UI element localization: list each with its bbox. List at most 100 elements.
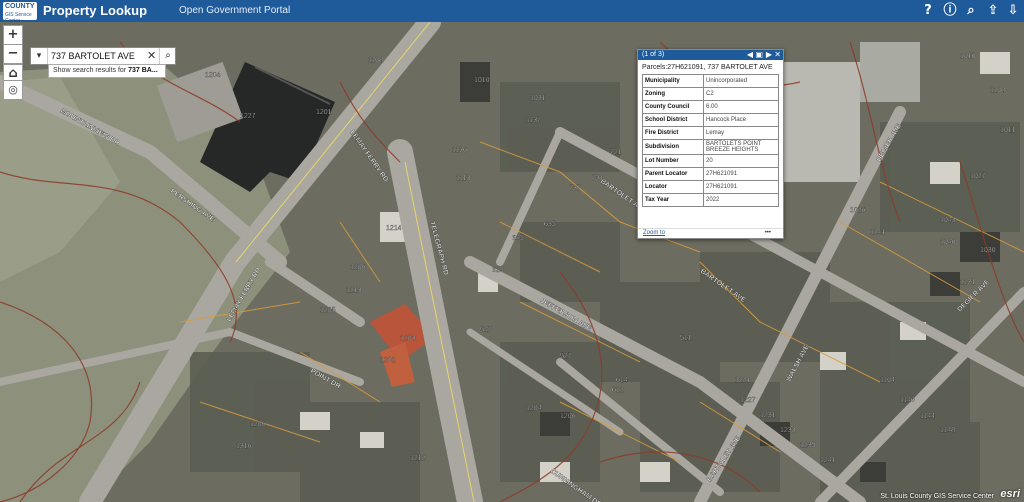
attribute-row: Zoning C2 (642, 87, 779, 101)
parcel-number: 1010 (960, 53, 976, 60)
parcel-number: 635 (544, 221, 556, 228)
parcel-number: 1108 (990, 87, 1005, 94)
parcel-number: 1206 (350, 264, 366, 271)
info-icon[interactable]: ⓘ (942, 2, 958, 20)
parcel-number: 1030 (980, 247, 996, 254)
parcel-number: 1204 (526, 405, 542, 412)
parcel-number: 1104 (880, 377, 895, 384)
parcel-number: 1316 (236, 443, 252, 450)
locate-icon[interactable]: ◎ (3, 80, 23, 100)
download-icon[interactable]: ⇩ (1005, 2, 1021, 20)
parcel-number: 1227 (740, 397, 756, 404)
open-government-portal-link[interactable]: Open Government Portal (179, 5, 290, 16)
popup-footer: Zoom to ••• (638, 228, 783, 238)
search-button-icon[interactable]: ⌕ (159, 48, 176, 64)
parcel-number: 1213 (346, 287, 362, 294)
attribute-row: Fire District Lemay (642, 126, 779, 140)
parcel-number: 1108 (368, 57, 383, 64)
attribute-row: Parent Locator 27H621091 (642, 167, 779, 181)
next-feature-icon[interactable]: ▶ (766, 50, 772, 60)
attribute-key: Municipality (642, 74, 704, 88)
attribute-value: 6.00 (703, 100, 779, 114)
parcel-number: 1233 (780, 427, 796, 434)
parcel-number: 1214 (386, 225, 402, 232)
county-logo: COUNTY GIS Service Center (3, 2, 37, 24)
parcel-number: 1027 (970, 173, 986, 180)
attribute-key: Parent Locator (642, 167, 704, 181)
close-icon[interactable]: ✕ (774, 50, 781, 60)
parcel-number: 1205 (320, 307, 336, 314)
parcel-number: 721 (610, 149, 622, 156)
parcel-number: 614 (616, 377, 628, 384)
popup-counter: (1 of 3) (642, 51, 665, 58)
attribute-row: Municipality Unincorporated (642, 74, 779, 88)
esri-logo: esri (1000, 488, 1020, 500)
parcel-number: 1231 (760, 412, 776, 419)
popup-header: (1 of 3) ◀ ▣ ▶ ✕ (638, 50, 783, 60)
parcel-number: 1137 (526, 117, 541, 124)
attribute-row: Lot Number 20 (642, 154, 779, 168)
parcel-number: 527 (560, 353, 572, 360)
app-header: COUNTY GIS Service Center Property Looku… (0, 0, 1024, 24)
suggestion-term: 737 BA... (128, 67, 158, 74)
search-widget: ▾ ✕ ⌕ (30, 47, 176, 65)
parcel-number: 1031 (530, 95, 546, 102)
parcel-number: 1136 (452, 147, 467, 154)
logo-line1: COUNTY (5, 3, 35, 10)
parcel-popup: (1 of 3) ◀ ▣ ▶ ✕ Parcels:27H621091, 737 … (637, 49, 784, 239)
aerial-imagery[interactable]: MOUNTAINVIEW DR LEMAY FERRY RD LEMAY FER… (0, 22, 1024, 502)
prev-feature-icon[interactable]: ◀ (747, 50, 753, 60)
attribute-key: Locator (642, 180, 704, 194)
dock-icon[interactable]: ▣ (755, 50, 763, 60)
search-input[interactable] (51, 49, 149, 62)
attribute-key: Zoning (642, 87, 704, 101)
parcel-number: 1040 (940, 239, 956, 246)
parcel-number: 1026 (850, 207, 866, 214)
attribute-value: Unincorporated (703, 74, 779, 88)
search-source-dropdown[interactable]: ▾ (31, 48, 48, 64)
parcel-number: 612 (612, 387, 624, 394)
parcel-number: 629 (492, 267, 504, 274)
parcel-number: 1202 (380, 357, 396, 364)
attribution: St. Louis County GIS Service Center (880, 493, 994, 500)
attribute-value: Lemay (703, 126, 779, 140)
attribute-key: School District (642, 113, 704, 127)
parcel-number: 1204 (205, 72, 221, 79)
parcel-number: 1148 (940, 427, 955, 434)
parcel-number: 1221 (735, 377, 751, 384)
map-view[interactable]: MOUNTAINVIEW DR LEMAY FERRY RD LEMAY FER… (0, 22, 1024, 502)
attribute-row: School District Hancock Place (642, 113, 779, 127)
clear-search-icon[interactable]: ✕ (147, 48, 157, 64)
parcel-number: 1113 (456, 175, 471, 182)
attribute-key: Lot Number (642, 154, 704, 168)
more-actions-icon[interactable]: ••• (765, 229, 771, 238)
attribute-row: County Council 6.00 (642, 100, 779, 114)
help-icon[interactable]: ? (920, 2, 936, 20)
attribute-row: Tax Year 2022 (642, 193, 779, 207)
parcel-number: 1227 (240, 113, 256, 120)
parcel-number: 1140 (900, 397, 915, 404)
parcel-number: 1201 (316, 109, 332, 116)
attribute-key: Subdivision (642, 139, 704, 155)
attribute-key: County Council (642, 100, 704, 114)
parcel-number: 645 (512, 235, 524, 242)
zoom-to-link[interactable]: Zoom to (643, 229, 665, 238)
parcel-number: 1011 (1000, 127, 1015, 134)
search-suggestion[interactable]: Show search results for 737 BA... (48, 64, 166, 78)
parcel-number: 1144 (920, 413, 935, 420)
search-icon[interactable]: ⌕ (963, 2, 979, 20)
suggestion-prefix: Show search results for (53, 67, 129, 74)
share-icon[interactable]: ⇪ (985, 2, 1001, 20)
zoom-out-button[interactable]: − (3, 44, 23, 64)
parcel-number: 737 (569, 185, 581, 192)
attribute-key: Tax Year (642, 193, 704, 207)
parcel-number: 731 (592, 175, 604, 182)
attribute-value: 2022 (703, 193, 779, 207)
zoom-in-button[interactable]: + (3, 25, 23, 45)
parcel-number: 1206 (250, 421, 266, 428)
parcel-number: 1141 (870, 229, 885, 236)
attribute-value: 27H621091 (703, 167, 779, 181)
attribute-value: BARTOLETS POINT BREEZE HEIGHTS (703, 139, 779, 155)
attribute-key: Fire District (642, 126, 704, 140)
parcel-number: 1203 (400, 335, 416, 342)
